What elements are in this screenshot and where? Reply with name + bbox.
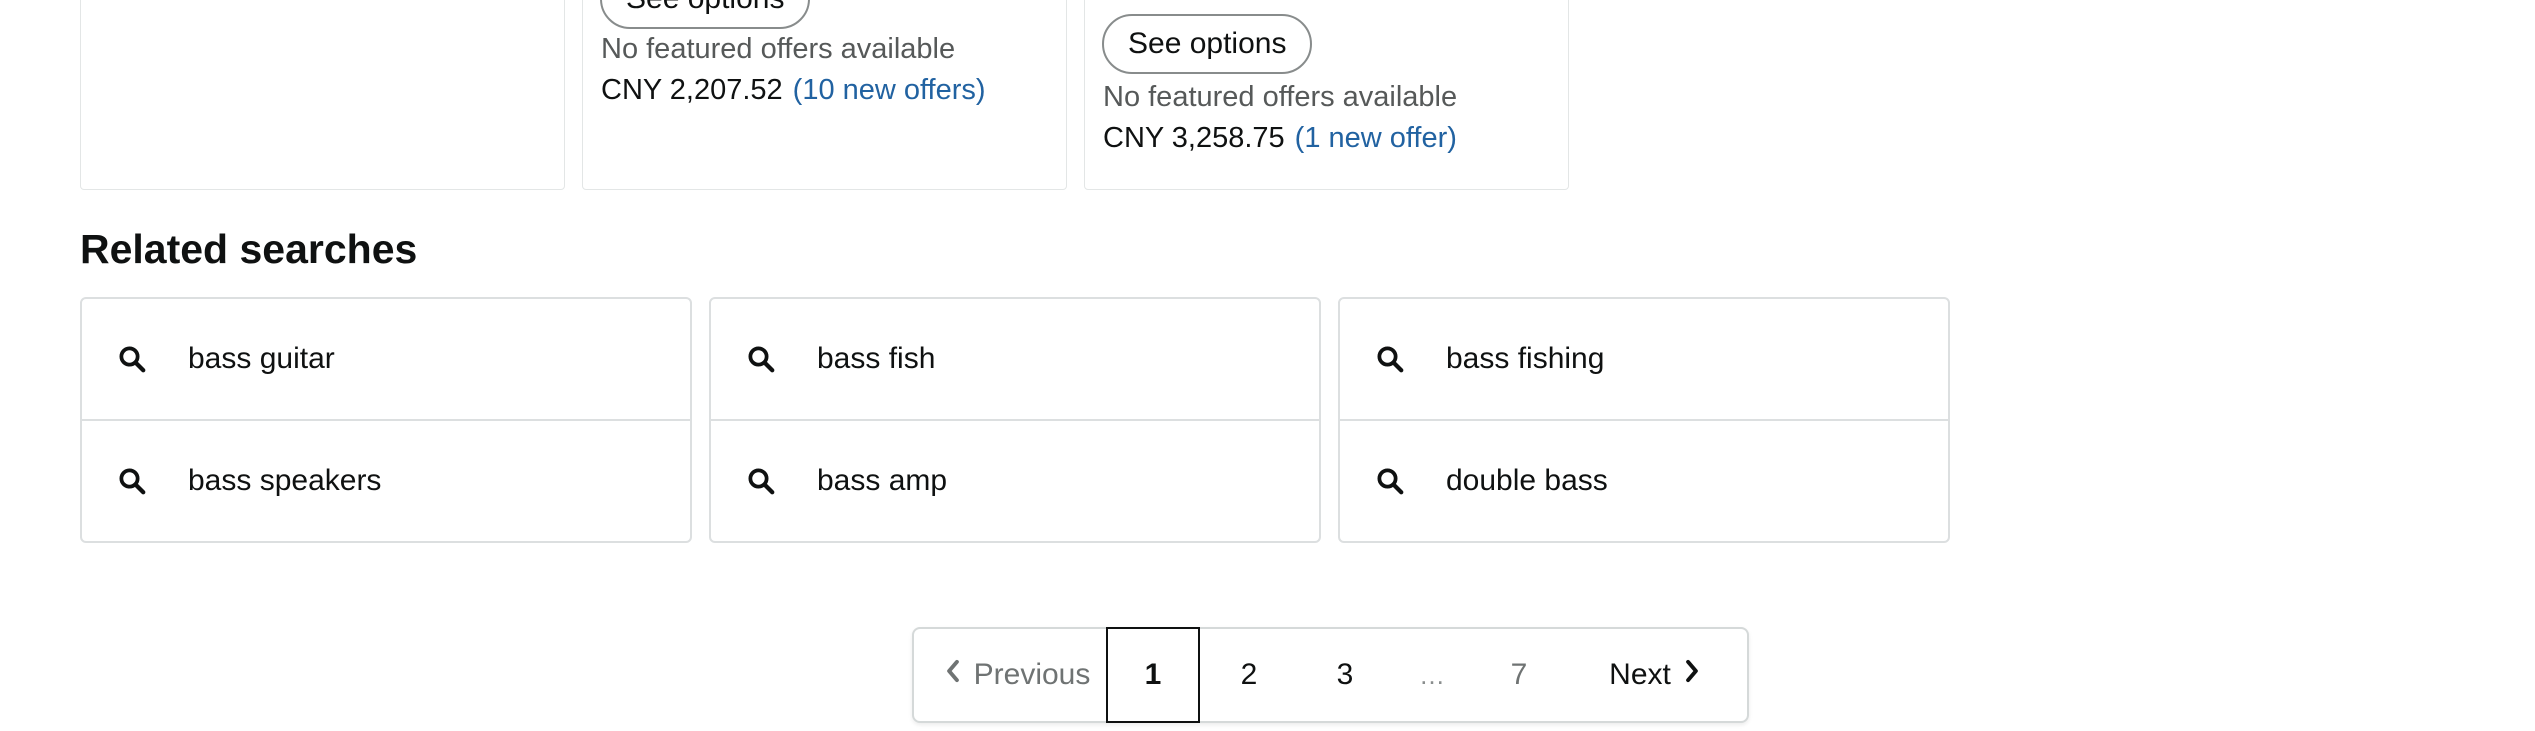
no-featured-offers-text: No featured offers available <box>601 33 956 65</box>
related-search-label: bass fishing <box>1446 342 1605 375</box>
related-search-label: double bass <box>1446 464 1608 497</box>
price-line: CNY 2,207.52 (10 new offers) <box>601 74 986 107</box>
related-search-item[interactable]: bass fishing <box>1338 297 1950 421</box>
previous-page-button: Previous <box>932 629 1102 721</box>
related-search-label: bass fish <box>817 342 936 375</box>
previous-label: Previous <box>973 658 1091 691</box>
search-icon <box>1370 461 1410 501</box>
related-search-label: bass amp <box>817 464 948 497</box>
price-line: CNY 3,258.75 (1 new offer) <box>1103 122 1457 155</box>
chevron-right-icon <box>1683 658 1701 692</box>
next-page-button[interactable]: Next <box>1580 629 1730 721</box>
chevron-left-icon <box>944 658 962 692</box>
related-searches-heading: Related searches <box>80 226 418 272</box>
related-search-label: bass guitar <box>188 342 335 375</box>
new-offers-link[interactable]: (1 new offer) <box>1295 122 1457 154</box>
page-current: 1 <box>1106 627 1200 723</box>
see-options-button[interactable]: See options <box>600 0 811 29</box>
related-search-item[interactable]: double bass <box>1338 419 1950 543</box>
related-search-item[interactable]: bass speakers <box>80 419 692 543</box>
search-results-page: See options No featured offers available… <box>0 0 2535 731</box>
related-search-item[interactable]: bass amp <box>709 419 1321 543</box>
page-link[interactable]: 3 <box>1300 629 1390 721</box>
no-featured-offers-text: No featured offers available <box>1103 81 1458 113</box>
page-link[interactable]: 2 <box>1204 629 1294 721</box>
related-search-label: bass speakers <box>188 464 382 497</box>
new-offers-link[interactable]: (10 new offers) <box>793 74 986 106</box>
price: CNY 3,258.75 <box>1103 122 1285 154</box>
search-icon <box>741 339 781 379</box>
related-search-item[interactable]: bass guitar <box>80 297 692 421</box>
page-last: 7 <box>1510 658 1528 691</box>
search-icon <box>741 461 781 501</box>
related-searches-grid: bass guitar bass fish bass fishing bass … <box>80 297 1950 543</box>
pagination: Previous 1 2 3 … 7 Next <box>912 627 1749 723</box>
related-search-item[interactable]: bass fish <box>709 297 1321 421</box>
product-card[interactable]: See options No featured offers available… <box>582 0 1067 190</box>
product-card[interactable] <box>80 0 565 190</box>
see-options-button[interactable]: See options <box>1102 14 1313 74</box>
next-label: Next <box>1609 658 1671 691</box>
search-icon <box>1370 339 1410 379</box>
search-icon <box>112 339 152 379</box>
product-card[interactable]: See options No featured offers available… <box>1084 0 1569 190</box>
price: CNY 2,207.52 <box>601 74 783 106</box>
page-ellipsis: … <box>1419 659 1445 690</box>
search-icon <box>112 461 152 501</box>
